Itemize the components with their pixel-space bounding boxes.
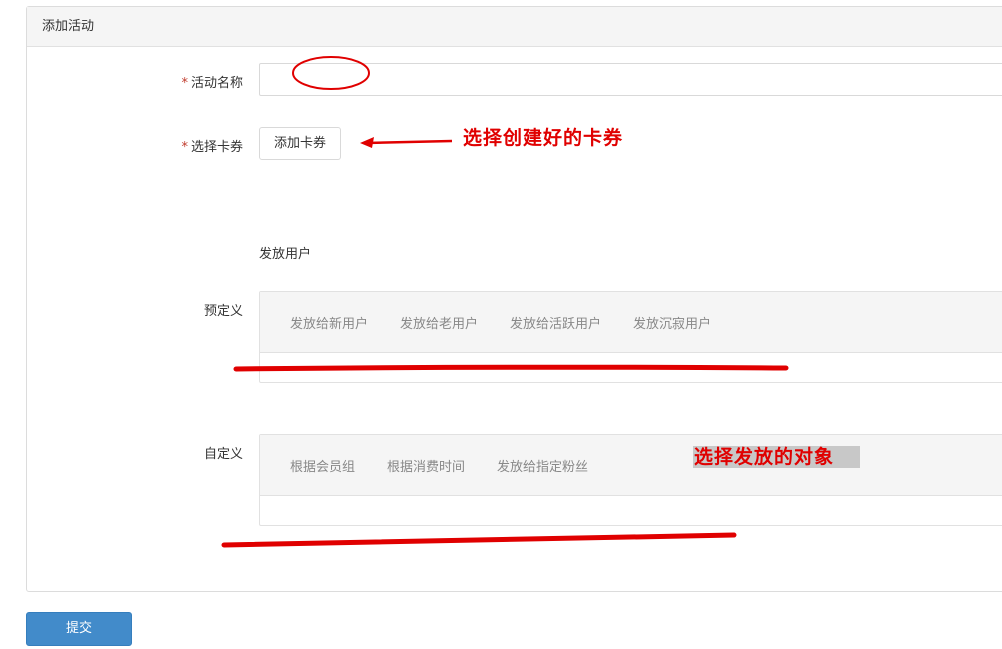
predefined-label: 预定义 [203, 304, 243, 319]
tab-specific-fans[interactable]: 发放给指定粉丝 [481, 456, 604, 475]
panel-title: 添加活动 [27, 7, 1002, 47]
activity-name-input[interactable] [259, 63, 1002, 96]
annotation-target-hint-text: 选择发放的对象 [693, 446, 861, 468]
tab-member-group[interactable]: 根据会员组 [274, 456, 371, 475]
activity-name-label-text: 活动名称 [190, 76, 243, 91]
custom-label: 自定义 [203, 447, 243, 462]
activity-name-label: * 活动名称 [133, 72, 243, 91]
custom-tab-bar: 根据会员组 根据消费时间 发放给指定粉丝 [260, 435, 1002, 496]
distribute-users-title: 发放用户 [259, 247, 312, 262]
annotation-card-hint: 选择创建好的卡券 [463, 127, 624, 149]
add-card-button[interactable]: 添加卡券 [259, 127, 341, 160]
custom-tabs: 根据会员组 根据消费时间 发放给指定粉丝 [259, 434, 1002, 526]
tab-consumption-time[interactable]: 根据消费时间 [371, 456, 481, 475]
required-mark: * [181, 140, 188, 155]
tab-dormant-users[interactable]: 发放沉寂用户 [617, 313, 727, 332]
predefined-tabs: 发放给新用户 发放给老用户 发放给活跃用户 发放沉寂用户 [259, 291, 1002, 383]
submit-button[interactable]: 提交 [26, 612, 132, 646]
select-card-label-text: 选择卡券 [190, 140, 243, 155]
tab-new-users[interactable]: 发放给新用户 [274, 313, 384, 332]
predefined-tab-bar: 发放给新用户 发放给老用户 发放给活跃用户 发放沉寂用户 [260, 292, 1002, 353]
required-mark: * [181, 76, 188, 91]
tab-active-users[interactable]: 发放给活跃用户 [494, 313, 617, 332]
select-card-label: * 选择卡券 [133, 136, 243, 155]
annotation-target-hint: 选择发放的对象 [693, 442, 861, 469]
add-activity-panel: 添加活动 * 活动名称 * 选择卡券 添加卡券 发放用户 预定义 发放给新用户 发放… [26, 6, 1002, 592]
tab-old-users[interactable]: 发放给老用户 [384, 313, 494, 332]
